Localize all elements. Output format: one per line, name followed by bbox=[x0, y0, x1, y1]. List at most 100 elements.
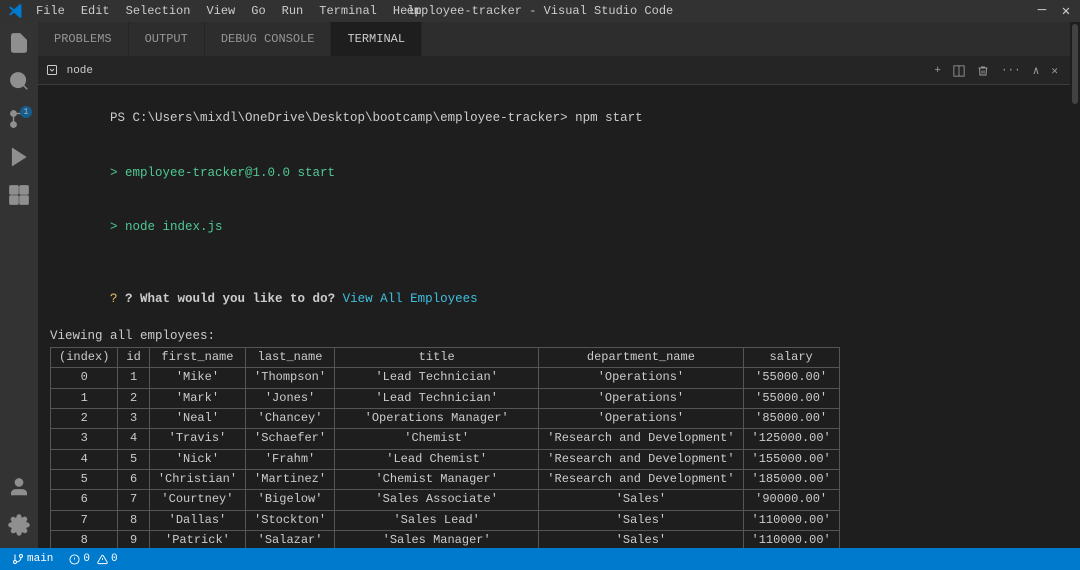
table-cell: 'Mike' bbox=[149, 368, 245, 388]
table-cell: 'Bigelow' bbox=[246, 490, 335, 510]
tab-debug-console[interactable]: DEBUG CONSOLE bbox=[205, 22, 332, 56]
table-row: 12'Mark''Jones''Lead Technician''Operati… bbox=[51, 388, 840, 408]
table-cell: 'Chancey' bbox=[246, 408, 335, 428]
status-branch[interactable]: main bbox=[8, 553, 57, 565]
window-minimize-button[interactable]: ─ bbox=[1036, 5, 1048, 17]
warning-count: 0 bbox=[111, 553, 118, 565]
main-area: 1 PROBLEMS OUTPUT DEBUG CONSOLE TERMINAL bbox=[0, 22, 1080, 548]
col-dept: department_name bbox=[539, 347, 743, 367]
settings-icon[interactable] bbox=[0, 506, 38, 544]
table-cell: 5 bbox=[118, 449, 149, 469]
files-icon[interactable] bbox=[0, 24, 38, 62]
table-cell: 1 bbox=[118, 368, 149, 388]
menu-file[interactable]: File bbox=[28, 2, 73, 20]
table-cell: '55000.00' bbox=[743, 388, 839, 408]
terminal-trash-button[interactable] bbox=[973, 63, 993, 79]
table-cell: 1 bbox=[51, 388, 118, 408]
menu-terminal[interactable]: Terminal bbox=[311, 2, 385, 20]
col-firstname: first_name bbox=[149, 347, 245, 367]
table-cell: '155000.00' bbox=[743, 449, 839, 469]
status-bar: main 0 0 bbox=[0, 548, 1080, 570]
menu-run[interactable]: Run bbox=[274, 2, 312, 20]
window-controls: ─ ✕ bbox=[1000, 5, 1072, 17]
menu-go[interactable]: Go bbox=[243, 2, 273, 20]
scrollbar[interactable] bbox=[1070, 22, 1080, 548]
error-count: 0 bbox=[83, 553, 90, 565]
table-cell: 8 bbox=[118, 510, 149, 530]
table-cell: '55000.00' bbox=[743, 368, 839, 388]
table-cell: 'Salazar' bbox=[246, 531, 335, 548]
search-icon[interactable] bbox=[0, 62, 38, 100]
table-cell: 'Courtney' bbox=[149, 490, 245, 510]
table-cell: 9 bbox=[118, 531, 149, 548]
window-close-button[interactable]: ✕ bbox=[1060, 5, 1072, 17]
table-cell: 5 bbox=[51, 470, 118, 490]
window-title: employee-tracker - Visual Studio Code bbox=[407, 4, 673, 18]
col-title: title bbox=[335, 347, 539, 367]
window-grid-button[interactable] bbox=[1024, 5, 1036, 17]
table-cell: 'Christian' bbox=[149, 470, 245, 490]
terminal-split-button[interactable] bbox=[949, 63, 969, 79]
terminal-close-button[interactable]: ✕ bbox=[1047, 62, 1062, 80]
table-cell: 'Operations' bbox=[539, 408, 743, 428]
table-cell: '185000.00' bbox=[743, 470, 839, 490]
table-cell: '110000.00' bbox=[743, 531, 839, 548]
table-row: 34'Travis''Schaefer''Chemist''Research a… bbox=[51, 429, 840, 449]
terminal-collapse-button[interactable]: ∧ bbox=[1029, 62, 1044, 80]
window-maximize-button[interactable] bbox=[1048, 5, 1060, 17]
table-cell: 'Operations' bbox=[539, 368, 743, 388]
table-cell: 'Neal' bbox=[149, 408, 245, 428]
menu-view[interactable]: View bbox=[198, 2, 243, 20]
col-index: (index) bbox=[51, 347, 118, 367]
editor-area: PROBLEMS OUTPUT DEBUG CONSOLE TERMINAL n… bbox=[38, 22, 1070, 548]
source-control-icon[interactable]: 1 bbox=[0, 100, 38, 138]
terminal-blank1 bbox=[50, 254, 1058, 272]
table-cell: '110000.00' bbox=[743, 510, 839, 530]
status-errors[interactable]: 0 0 bbox=[65, 553, 121, 565]
tab-terminal[interactable]: TERMINAL bbox=[331, 22, 422, 56]
terminal-add-button[interactable]: + bbox=[930, 63, 945, 79]
table-cell: 7 bbox=[118, 490, 149, 510]
table-cell: '85000.00' bbox=[743, 408, 839, 428]
table-cell: 'Patrick' bbox=[149, 531, 245, 548]
account-icon[interactable] bbox=[0, 468, 38, 506]
window-layout-button[interactable] bbox=[1000, 5, 1012, 17]
menu-selection[interactable]: Selection bbox=[118, 2, 199, 20]
terminal-table-wrap: (index) id first_name last_name title de… bbox=[50, 345, 1058, 548]
col-salary: salary bbox=[743, 347, 839, 367]
table-cell: 'Operations' bbox=[539, 388, 743, 408]
table-cell: 8 bbox=[51, 531, 118, 548]
debug-icon[interactable] bbox=[0, 138, 38, 176]
table-cell: 'Operations Manager' bbox=[335, 408, 539, 428]
table-cell: 3 bbox=[118, 408, 149, 428]
table-cell: 'Sales Manager' bbox=[335, 531, 539, 548]
table-row: 67'Courtney''Bigelow''Sales Associate''S… bbox=[51, 490, 840, 510]
window-split-button[interactable] bbox=[1012, 5, 1024, 17]
terminal-toolbar-left: node bbox=[46, 64, 93, 77]
terminal-content[interactable]: PS C:\Users\mixdl\OneDrive\Desktop\bootc… bbox=[38, 85, 1070, 548]
table-cell: 0 bbox=[51, 368, 118, 388]
menu-bar: File Edit Selection View Go Run Terminal… bbox=[28, 2, 430, 20]
table-cell: 'Research and Development' bbox=[539, 470, 743, 490]
tab-problems[interactable]: PROBLEMS bbox=[38, 22, 129, 56]
table-row: 78'Dallas''Stockton''Sales Lead''Sales''… bbox=[51, 510, 840, 530]
table-cell: 'Martinez' bbox=[246, 470, 335, 490]
table-cell: 6 bbox=[51, 490, 118, 510]
source-control-badge: 1 bbox=[20, 106, 32, 118]
table-cell: 'Schaefer' bbox=[246, 429, 335, 449]
table-cell: '90000.00' bbox=[743, 490, 839, 510]
table-row: 89'Patrick''Salazar''Sales Manager''Sale… bbox=[51, 531, 840, 548]
scrollbar-thumb bbox=[1072, 24, 1078, 104]
titlebar: File Edit Selection View Go Run Terminal… bbox=[0, 0, 1080, 22]
terminal-viewing: Viewing all employees: bbox=[50, 327, 1058, 345]
table-cell: 'Sales' bbox=[539, 531, 743, 548]
col-lastname: last_name bbox=[246, 347, 335, 367]
terminal-node-label: node bbox=[46, 64, 93, 77]
menu-edit[interactable]: Edit bbox=[73, 2, 118, 20]
table-cell: 'Nick' bbox=[149, 449, 245, 469]
col-id: id bbox=[118, 347, 149, 367]
extensions-icon[interactable] bbox=[0, 176, 38, 214]
table-cell: 3 bbox=[51, 429, 118, 449]
tab-output[interactable]: OUTPUT bbox=[129, 22, 205, 56]
terminal-more-button[interactable]: ··· bbox=[997, 63, 1025, 79]
